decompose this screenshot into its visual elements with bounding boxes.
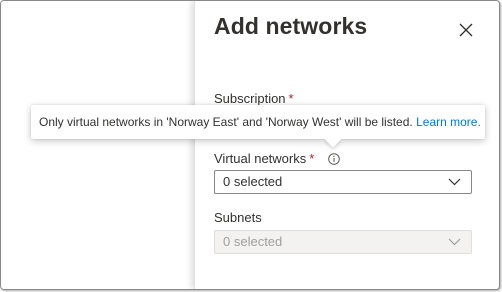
subnets-label-text: Subnets	[214, 210, 262, 225]
learn-more-link[interactable]: Learn more.	[416, 115, 481, 129]
subnets-value: 0 selected	[223, 234, 283, 249]
chevron-down-icon	[448, 178, 461, 186]
virtual-networks-dropdown[interactable]: 0 selected	[214, 170, 472, 194]
subscription-label: Subscription *	[214, 91, 294, 106]
close-icon	[459, 23, 473, 37]
required-marker: *	[309, 151, 315, 166]
virtual-networks-value: 0 selected	[223, 174, 283, 189]
required-marker: *	[288, 91, 294, 106]
virtual-networks-label: Virtual networks *	[214, 151, 314, 166]
chevron-down-icon	[448, 238, 461, 246]
screenshot-frame: Add networks Subscription * Virtual netwo…	[0, 0, 500, 290]
virtual-networks-label-text: Virtual networks	[214, 151, 307, 166]
subscription-label-text: Subscription	[214, 91, 286, 106]
tooltip-text-wrap: Only virtual networks in 'Norway East' a…	[39, 115, 481, 129]
subnets-dropdown: 0 selected	[214, 230, 472, 254]
background-pane	[1, 1, 194, 289]
close-button[interactable]	[451, 15, 481, 45]
panel-title: Add networks	[214, 13, 368, 39]
subnets-label: Subnets	[214, 210, 262, 225]
info-tooltip: Only virtual networks in 'Norway East' a…	[31, 105, 485, 148]
info-icon[interactable]	[328, 153, 340, 165]
tooltip-text: Only virtual networks in 'Norway East' a…	[39, 115, 413, 129]
add-networks-panel: Add networks Subscription * Virtual netwo…	[194, 1, 499, 289]
